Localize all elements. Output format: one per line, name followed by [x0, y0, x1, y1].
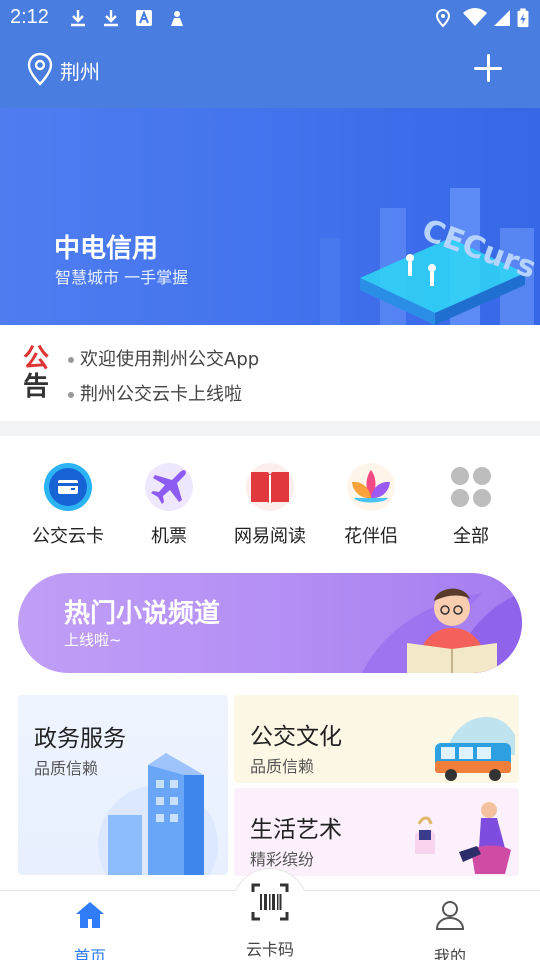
tab-label: 云卡码 — [245, 940, 294, 959]
banner-title: 中电信用 — [54, 234, 159, 264]
notice-badge: 公 告 — [20, 345, 52, 401]
battery-charging-icon — [517, 8, 529, 28]
text-a-icon — [136, 10, 152, 26]
tab-label: 首页 — [73, 947, 106, 960]
person-icon — [171, 11, 183, 26]
promo-title: 热门小说频道 — [64, 599, 221, 629]
quick-item-reading[interactable]: 网易阅读 — [220, 460, 320, 550]
quick-item-bus-card[interactable]: 公交云卡 — [18, 460, 118, 550]
main-panel: 公交云卡 机票 网易阅读 花伴侣 全部 热门小说频道 上线啦~ 政务服务 品质信… — [0, 436, 540, 892]
status-bar: 2:12 — [0, 0, 540, 36]
quick-item-label: 机票 — [151, 526, 187, 547]
notice-item[interactable]: 欢迎使用荆州公交App — [68, 345, 259, 371]
bus-illustration — [435, 716, 515, 781]
notice-item-text: 荆州公交云卡上线啦 — [80, 384, 242, 405]
location-pin-icon[interactable] — [26, 52, 54, 86]
quick-item-all[interactable]: 全部 — [421, 460, 521, 550]
card-subtitle: 品质信赖 — [250, 757, 315, 776]
signal-icon — [494, 10, 510, 26]
quick-item-flower[interactable]: 花伴侣 — [321, 460, 421, 550]
flower-icon — [347, 463, 395, 511]
book-icon — [246, 463, 294, 511]
card-subtitle: 精彩缤纷 — [250, 850, 315, 869]
tab-home[interactable]: 首页 — [45, 899, 135, 960]
tab-mine[interactable]: 我的 — [405, 899, 495, 960]
notice-badge-bottom: 告 — [22, 372, 49, 402]
quick-item-label: 花伴侣 — [344, 526, 398, 547]
download-icon — [104, 10, 118, 27]
building-illustration — [98, 753, 218, 875]
top-bar: 2:12 荆州 — [0, 0, 540, 108]
user-icon — [435, 901, 465, 930]
header: 荆州 — [0, 44, 540, 94]
quick-item-label: 公交云卡 — [32, 526, 104, 547]
home-icon — [76, 902, 104, 928]
tab-label: 我的 — [433, 947, 466, 960]
reader-illustration — [362, 588, 522, 673]
card-life-art[interactable]: 生活艺术 精彩缤纷 — [234, 788, 519, 876]
notice-item-text: 欢迎使用荆州公交App — [80, 349, 260, 370]
notice-board: 公 告 欢迎使用荆州公交App 荆州公交云卡上线啦 — [0, 325, 540, 421]
relaxing-person-illustration — [415, 802, 511, 874]
quick-item-label: 全部 — [453, 526, 489, 547]
quick-item-flight[interactable]: 机票 — [119, 460, 219, 550]
tab-card-code[interactable]: 云卡码 — [225, 880, 315, 960]
smart-city-illustration: CECurs — [320, 188, 540, 325]
location-status-icon — [435, 8, 451, 28]
promo-subtitle: 上线啦~ — [64, 631, 122, 649]
card-title: 公交文化 — [250, 724, 342, 750]
banner-subtitle: 智慧城市 一手掌握 — [55, 268, 189, 287]
card-bus-culture[interactable]: 公交文化 品质信赖 — [234, 695, 519, 783]
bus-card-icon — [44, 463, 92, 511]
wifi-icon — [463, 8, 487, 26]
card-title: 生活艺术 — [250, 817, 342, 843]
notice-badge-top: 公 — [22, 344, 49, 374]
barcode-icon — [251, 883, 289, 921]
status-time: 2:12 — [10, 6, 49, 28]
add-button[interactable] — [474, 54, 504, 84]
grid-icon — [451, 467, 491, 507]
card-gov-service[interactable]: 政务服务 品质信赖 — [18, 695, 228, 875]
quick-menu: 公交云卡 机票 网易阅读 花伴侣 全部 — [0, 460, 540, 550]
quick-item-label: 网易阅读 — [234, 526, 306, 547]
download-icon — [71, 10, 85, 27]
notice-item[interactable]: 荆州公交云卡上线啦 — [68, 380, 242, 406]
city-selector[interactable]: 荆州 — [60, 56, 100, 85]
banner[interactable]: 中电信用 智慧城市 一手掌握 CECurs — [0, 108, 540, 325]
airplane-icon — [145, 463, 193, 511]
novel-channel-banner[interactable]: 热门小说频道 上线啦~ — [18, 573, 522, 673]
